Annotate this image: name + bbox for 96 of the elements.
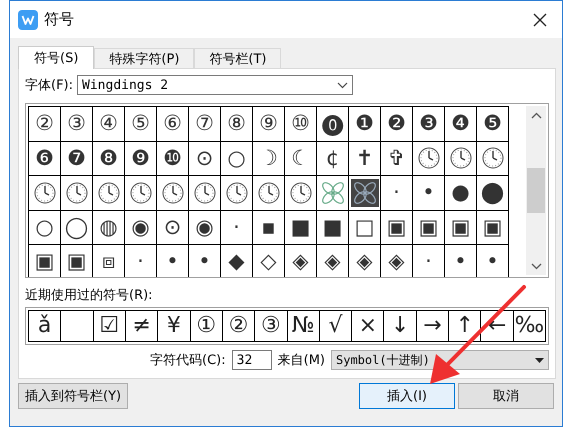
symbol-cell[interactable]: • <box>486 251 499 272</box>
tab[interactable]: 符号(S) <box>18 46 94 69</box>
blank-symbol-cell[interactable] <box>60 310 94 342</box>
symbol-cell[interactable]: ▣ <box>418 216 438 238</box>
font-dropdown[interactable]: Wingdings 2 <box>77 75 354 95</box>
symbol-cell[interactable]: ▣ <box>34 251 54 272</box>
chevron-down-icon <box>337 82 348 88</box>
symbol-cell[interactable]: ❷ <box>387 113 406 134</box>
symbol-cell[interactable]: ⑥ <box>163 113 182 134</box>
symbol-cell[interactable]: · <box>393 182 400 204</box>
symbol-cell[interactable]: ◈ <box>356 251 373 272</box>
symbol-cell[interactable]: • <box>454 251 467 272</box>
clock-icon <box>66 182 88 204</box>
symbol-cell[interactable]: ③ <box>67 113 86 134</box>
symbol-cell[interactable]: ❶ <box>355 113 374 134</box>
clock-icon <box>258 182 280 204</box>
symbol-cell[interactable]: ■ <box>322 216 342 238</box>
symbol-cell[interactable]: ◍ <box>99 216 118 238</box>
insert-to-bar-button[interactable]: 插入到符号栏(Y) <box>18 383 128 409</box>
symbol-cell[interactable]: ◆ <box>228 251 245 272</box>
symbol-cell[interactable]: ❾ <box>131 148 150 169</box>
char-code-label: 字符代码(C): <box>150 352 226 369</box>
clock-icon <box>98 182 120 204</box>
font-label: 字体(F): <box>25 77 74 94</box>
symbol-cell[interactable]: ⬤ <box>480 182 504 204</box>
symbol-cell[interactable]: ⧈ <box>102 251 115 272</box>
clock-icon <box>34 182 56 204</box>
scrollbar-thumb[interactable] <box>527 168 545 213</box>
insert-button[interactable]: 插入(I) <box>359 383 455 409</box>
symbol-cell[interactable]: ☽ <box>259 148 278 169</box>
symbol-cell[interactable]: ◯ <box>64 216 88 238</box>
scrollbar[interactable] <box>526 106 546 275</box>
clock-icon <box>130 182 152 204</box>
source-dropdown[interactable]: Symbol(十进制) <box>331 350 549 370</box>
clock-icon <box>194 182 216 204</box>
clock-icon <box>450 147 472 170</box>
symbol-cell[interactable]: ② <box>35 113 54 134</box>
cancel-button[interactable]: 取消 <box>458 383 554 409</box>
symbol-cell[interactable]: ❿ <box>163 148 182 169</box>
symbol-cell[interactable]: ○ <box>227 148 246 169</box>
symbol-cell[interactable]: ④ <box>99 113 118 134</box>
symbol-cell[interactable]: ⑧ <box>227 113 246 134</box>
symbol-cell[interactable]: ■ <box>290 216 310 238</box>
symbol-cell[interactable]: ◈ <box>324 251 341 272</box>
symbol-cell[interactable]: ⑦ <box>195 113 214 134</box>
symbol-cell[interactable]: ⑤ <box>131 113 150 134</box>
symbol-cell[interactable]: ▣ <box>450 216 470 238</box>
clock-icon <box>482 147 504 170</box>
symbol-cell[interactable]: ⓿ <box>322 113 343 134</box>
symbol-cell[interactable]: ❹ <box>451 113 470 134</box>
symbol-cell[interactable]: □ <box>354 216 374 238</box>
symbol-cell[interactable]: ◇ <box>260 251 277 272</box>
window-title: 符号 <box>44 10 75 29</box>
symbol-cell[interactable]: ● <box>451 182 470 204</box>
symbol-cell[interactable]: ▪ <box>261 216 276 238</box>
tab[interactable]: 特殊字符(P) <box>94 48 194 69</box>
symbol-cell[interactable]: ◉ <box>131 216 150 238</box>
symbol-cell[interactable]: ◉ <box>195 216 214 238</box>
clock-icon <box>290 182 312 204</box>
symbol-cell[interactable]: ❽ <box>99 148 118 169</box>
symbol-cell[interactable]: ▣ <box>66 251 86 272</box>
symbol-cell[interactable]: · <box>233 216 240 238</box>
app-logo-icon <box>18 10 38 30</box>
dropdown-arrow-icon <box>535 358 544 362</box>
symbol-cell[interactable]: • <box>422 182 435 204</box>
clock-icon <box>162 182 184 204</box>
symbol-cell[interactable]: ▣ <box>482 216 502 238</box>
symbol-cell[interactable]: ❻ <box>35 148 54 169</box>
symbol-cell[interactable]: ⊙ <box>196 148 214 169</box>
symbol-cell[interactable]: ¢ <box>326 148 340 169</box>
symbol-cell[interactable]: ✞ <box>388 148 406 169</box>
source-label: 来自(M) <box>278 352 325 369</box>
symbol-cell[interactable]: • <box>198 251 211 272</box>
symbol-cell[interactable]: ◈ <box>388 251 405 272</box>
symbol-cell[interactable]: ❼ <box>67 148 86 169</box>
symbol-cell[interactable]: ☾ <box>291 148 310 169</box>
tab[interactable]: 符号栏(T) <box>194 48 282 69</box>
symbol-cell[interactable]: · <box>137 251 144 272</box>
recent-symbols-label: 近期使用过的符号(R): <box>25 287 154 304</box>
symbol-cell[interactable]: ⑩ <box>291 113 310 134</box>
close-icon <box>533 12 547 26</box>
symbol-cell[interactable]: ▣ <box>386 216 406 238</box>
symbol-cell[interactable]: ◈ <box>292 251 309 272</box>
symbol-cell[interactable]: ❸ <box>419 113 438 134</box>
symbol-cell[interactable]: • <box>166 251 179 272</box>
clock-icon <box>418 147 440 170</box>
symbol-cell[interactable]: ⊙ <box>164 216 182 238</box>
chevron-up-icon <box>530 112 542 118</box>
clock-icon <box>226 182 248 204</box>
symbol-cell[interactable]: ○ <box>35 216 54 238</box>
symbol-cell[interactable]: · <box>425 251 432 272</box>
symbol-cell[interactable]: ✝ <box>356 148 374 169</box>
chevron-down-icon <box>530 262 542 270</box>
char-code-field[interactable]: 32 <box>232 350 272 370</box>
symbol-cell[interactable]: ⑨ <box>259 113 278 134</box>
symbol-cell[interactable]: ❺ <box>483 113 502 134</box>
